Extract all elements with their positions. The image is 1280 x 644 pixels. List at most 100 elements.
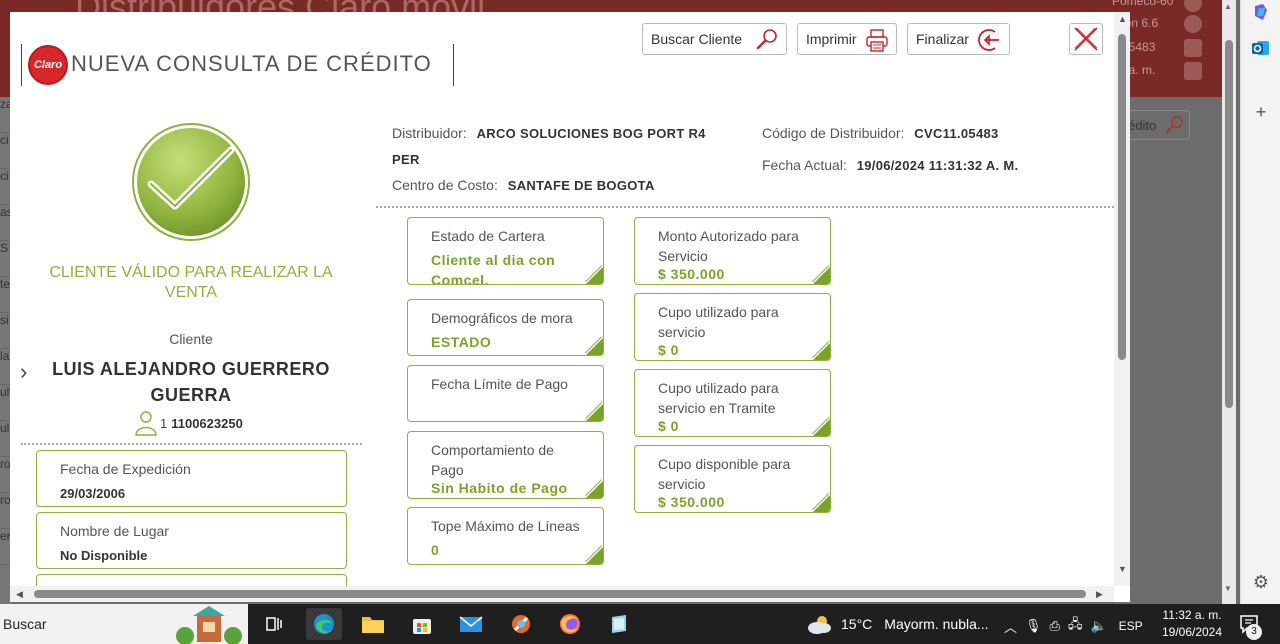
network-icon[interactable]: 🖧 (1068, 615, 1083, 637)
card-corner (813, 419, 830, 436)
background-icon (1184, 15, 1202, 33)
card-value: ESTADO (431, 334, 492, 350)
demograficos-mora-card: Demográficos de mora ESTADO (407, 299, 604, 356)
distribuidor-label: Distribuidor: (392, 125, 467, 141)
volume-icon[interactable]: 🔈 (1090, 618, 1106, 634)
modal-horizontal-scrollbar-thumb[interactable] (34, 590, 1086, 598)
nombre-lugar-value: No Disponible (60, 548, 148, 563)
card-corner (586, 547, 603, 564)
taskbar-search-box[interactable]: Buscar (0, 604, 248, 644)
background-credito-button[interactable]: édito (1128, 110, 1190, 140)
title-divider (21, 44, 22, 86)
centro-costo-label: Centro de Costo: (392, 177, 498, 193)
notes-app-icon[interactable] (601, 608, 637, 640)
chevron-up-icon[interactable]: ︿ (1004, 617, 1017, 636)
card-label: Cupo utilizado para servicio en Tramite (658, 380, 779, 416)
user-icon (135, 411, 157, 436)
distribuidor-row-continued: PER (392, 151, 420, 167)
claro-logo: Claro (28, 45, 68, 85)
microphone-icon[interactable]: 🎙 (1025, 618, 1042, 634)
firefox-icon[interactable] (552, 608, 588, 640)
mail-icon[interactable] (453, 608, 489, 640)
codigo-distribuidor-row: Código de Distribuidor: CVC11.05483 (762, 125, 999, 141)
file-explorer-icon[interactable] (355, 608, 391, 640)
scroll-down-arrow-icon[interactable]: ▼ (1224, 584, 1232, 593)
scroll-right-arrow-icon[interactable]: ▶ (1096, 589, 1103, 600)
card-label: Tope Máximo de Líneas (431, 518, 580, 534)
title-divider (453, 44, 454, 86)
fecha-expedicion-value: 29/03/2006 (60, 486, 126, 501)
card-label: Demográficos de mora (431, 310, 573, 326)
system-clock[interactable]: 11:32 a. m. 19/06/2024 (1156, 607, 1228, 641)
taskbar-search-placeholder: Buscar (3, 616, 47, 632)
codigo-distribuidor-label: Código de Distribuidor: (762, 125, 905, 141)
search-highlight-icon (176, 606, 242, 644)
close-button[interactable] (1069, 23, 1103, 55)
imprimir-button[interactable]: Imprimir (797, 23, 897, 55)
microsoft-store-icon[interactable] (404, 608, 440, 640)
card-corner (586, 404, 603, 421)
scroll-left-arrow-icon[interactable]: ◀ (16, 589, 23, 600)
card-corner (586, 338, 603, 355)
client-label: Cliente (169, 331, 213, 347)
page-scrollbar-thumb[interactable] (1225, 40, 1233, 408)
distribuidor-row: Distribuidor: ARCO SOLUCIONES BOG PORT R… (392, 125, 706, 141)
client-document: 1 1100623250 (134, 410, 243, 436)
gear-icon[interactable]: ⚙ (1249, 570, 1273, 594)
modal-horizontal-scrollbar[interactable]: ◀ ▶ (10, 586, 1114, 602)
page-scrollbar[interactable]: ▲ ▼ (1222, 0, 1236, 604)
modal-title: NUEVA CONSULTA DE CRÉDITO (71, 51, 432, 76)
chevron-right-icon[interactable]: › (20, 359, 27, 385)
modal-vertical-scrollbar[interactable]: ▲ ▼ (1114, 12, 1130, 586)
comportamiento-pago-card: Comportamiento de Pago Sin Habito de Pag… (407, 431, 604, 499)
copilot-icon[interactable] (1249, 0, 1273, 24)
close-icon (1074, 27, 1098, 51)
card-corner (813, 267, 830, 284)
card-corner (813, 495, 830, 512)
clock-date: 19/06/2024 (1161, 625, 1223, 639)
credit-consultation-modal: Claro NUEVA CONSULTA DE CRÉDITO Buscar C… (10, 12, 1130, 602)
scroll-up-arrow-icon[interactable]: ▲ (1118, 14, 1127, 24)
language-indicator[interactable]: ESP (1119, 619, 1143, 633)
cloud-sun-icon (808, 616, 831, 634)
fecha-expedicion-box: Fecha de Expedición 29/03/2006 (36, 450, 347, 507)
fecha-actual-label: Fecha Actual: (762, 157, 847, 173)
modal-vertical-scrollbar-thumb[interactable] (1118, 34, 1126, 360)
card-corner (586, 481, 603, 498)
card-value: 0 (431, 542, 440, 558)
system-tray: ︿ 🎙 ⎙ 🖧 🔈 ESP (1004, 615, 1143, 637)
background-info-line: Pomeco-60 (1112, 0, 1174, 8)
card-label: Estado de Cartera (431, 228, 545, 244)
notification-badge: 3 (1246, 624, 1262, 640)
cupo-utilizado-card: Cupo utilizado para servicio $ 0 (634, 293, 831, 361)
card-value: Cliente al dia con Comcel. (431, 252, 556, 285)
finalizar-button[interactable]: Finalizar (907, 23, 1010, 55)
taskbar: Buscar 15°C Mayorm. nubla... ︿ 🎙 ⎙ 🖧 🔈 E… (0, 604, 1280, 644)
printer-icon (866, 29, 888, 52)
client-document-type: 1 (160, 415, 168, 431)
outlook-icon[interactable] (1249, 36, 1273, 60)
divider (21, 443, 362, 445)
trash-icon (1184, 39, 1202, 57)
nombre-lugar-box: Nombre de Lugar No Disponible (36, 512, 347, 569)
app-icon[interactable] (503, 608, 539, 640)
buscar-cliente-button[interactable]: Buscar Cliente (642, 23, 787, 55)
monto-autorizado-card: Monto Autorizado para Servicio $ 350.000 (634, 217, 831, 285)
edge-browser-icon[interactable] (306, 608, 342, 640)
scroll-down-arrow-icon[interactable]: ▼ (1118, 564, 1127, 574)
scroll-up-arrow-icon[interactable]: ▲ (1224, 2, 1232, 11)
card-value: $ 350.000 (658, 266, 725, 282)
centro-costo-row: Centro de Costo: SANTAFE DE BOGOTA (392, 177, 655, 193)
card-value: Sin Habito de Pago (431, 480, 568, 496)
weather-widget[interactable]: 15°C Mayorm. nubla... (806, 613, 989, 635)
cupo-disponible-card: Cupo disponible para servicio $ 350.000 (634, 445, 831, 513)
add-icon[interactable]: + (1249, 100, 1273, 124)
card-label: Fecha Límite de Pago (431, 376, 568, 392)
task-view-icon[interactable] (256, 608, 292, 640)
card-corner (813, 343, 830, 360)
buscar-cliente-label: Buscar Cliente (651, 31, 743, 47)
distribuidor-value-continued: PER (392, 152, 420, 167)
camera-icon[interactable]: ⎙ (1050, 618, 1060, 634)
modal-content: Claro NUEVA CONSULTA DE CRÉDITO Buscar C… (10, 12, 1114, 586)
divider (376, 206, 1114, 208)
